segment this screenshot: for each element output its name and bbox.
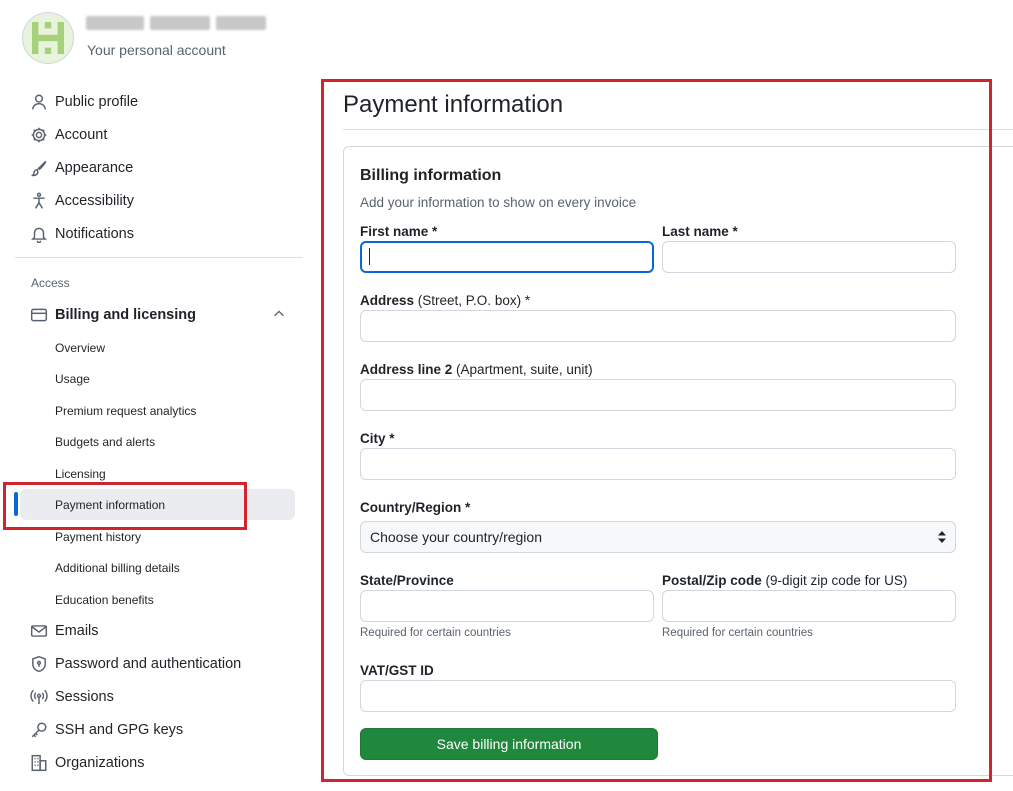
highlight-box-nav: [3, 482, 247, 530]
sidebar-section-access: Access: [31, 276, 70, 290]
sidebar-item-label: Accessibility: [55, 193, 134, 209]
sidebar-item-sessions[interactable]: Sessions: [30, 685, 114, 709]
shield-lock-icon: [30, 655, 48, 673]
sidebar-subitem-usage[interactable]: Usage: [55, 372, 90, 386]
sidebar-item-emails[interactable]: Emails: [30, 619, 99, 643]
gear-icon: [30, 126, 48, 144]
sidebar-group-billing[interactable]: Billing and licensing: [30, 303, 196, 327]
identicon-icon: [32, 22, 64, 54]
sidebar-item-ssh-gpg-keys[interactable]: SSH and GPG keys: [30, 718, 183, 742]
sidebar-item-appearance[interactable]: Appearance: [30, 156, 133, 180]
credit-card-icon: [30, 306, 48, 324]
avatar[interactable]: [22, 12, 74, 64]
sidebar-subitem-licensing[interactable]: Licensing: [55, 467, 106, 481]
sidebar-item-accessibility[interactable]: Accessibility: [30, 189, 134, 213]
sidebar-item-label: Billing and licensing: [55, 307, 196, 323]
person-icon: [30, 93, 48, 111]
sidebar-item-label: SSH and GPG keys: [55, 722, 184, 738]
key-icon: [30, 721, 48, 739]
account-subtitle: Your personal account: [87, 42, 226, 58]
sidebar-item-organizations[interactable]: Organizations: [30, 751, 144, 775]
sidebar-item-label: Organizations: [55, 755, 145, 771]
sidebar-item-password-authentication[interactable]: Password and authentication: [30, 652, 241, 676]
sidebar-item-label: Account: [55, 127, 108, 143]
sidebar-item-account[interactable]: Account: [30, 123, 107, 147]
sidebar-item-label: Emails: [55, 623, 99, 639]
sidebar-item-notifications[interactable]: Notifications: [30, 222, 134, 246]
mail-icon: [30, 622, 48, 640]
sidebar-item-public-profile[interactable]: Public profile: [30, 90, 138, 114]
sidebar-item-label: Appearance: [55, 160, 134, 176]
sidebar-item-label: Password and authentication: [55, 656, 242, 672]
sidebar-subitem-budgets-and-alerts[interactable]: Budgets and alerts: [55, 435, 155, 449]
sidebar-subitem-overview[interactable]: Overview: [55, 341, 105, 355]
chevron-up-icon[interactable]: [272, 307, 286, 321]
sidebar-subitem-education-benefits[interactable]: Education benefits: [55, 593, 154, 607]
broadcast-icon: [30, 688, 48, 706]
highlight-box-main: [321, 79, 992, 782]
organization-icon: [30, 754, 48, 772]
account-name-redacted: [86, 16, 276, 36]
sidebar-item-label: Notifications: [55, 226, 134, 242]
sidebar-item-label: Sessions: [55, 689, 114, 705]
paintbrush-icon: [30, 159, 48, 177]
sidebar-item-label: Public profile: [55, 94, 139, 110]
bell-icon: [30, 225, 48, 243]
sidebar-divider: [15, 257, 303, 258]
accessibility-icon: [30, 192, 48, 210]
sidebar-subitem-payment-history[interactable]: Payment history: [55, 530, 141, 544]
sidebar-subitem-additional-billing-details[interactable]: Additional billing details: [55, 561, 180, 575]
sidebar-subitem-premium-request-analytics[interactable]: Premium request analytics: [55, 404, 196, 418]
